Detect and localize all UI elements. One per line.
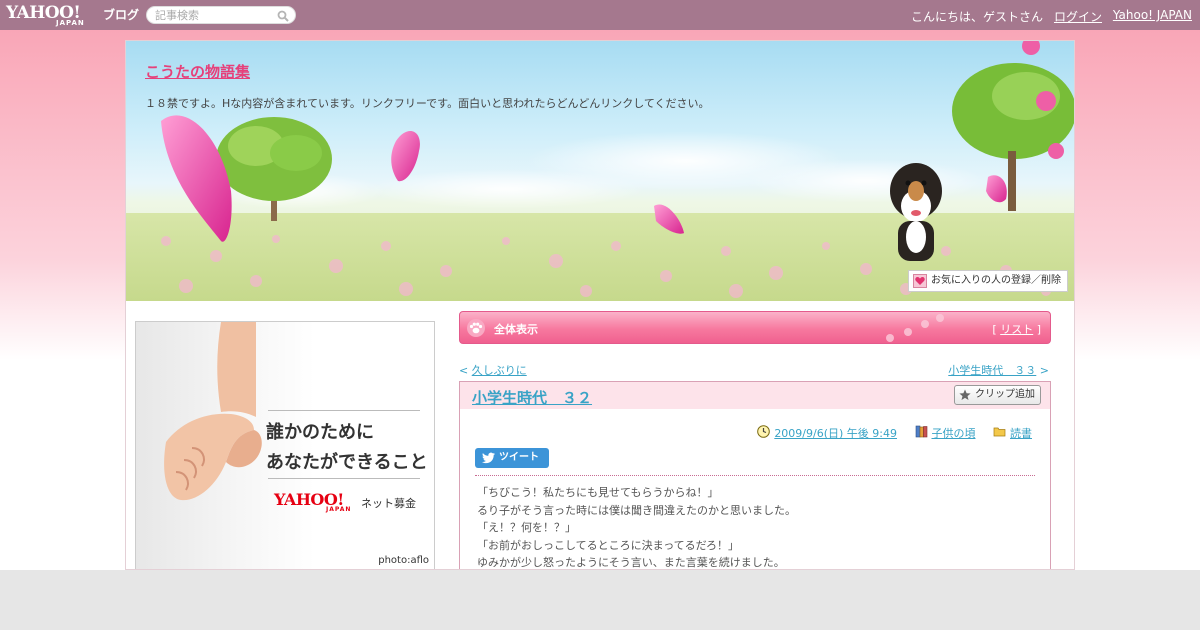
tweet-label: ツイート <box>499 452 539 463</box>
logo-blog-text: ブログ <box>103 8 140 22</box>
ad-headline-1: 誰かのために <box>266 422 374 443</box>
article-date-link[interactable]: 2009/9/6(日) 午後 9:49 <box>774 427 897 440</box>
paw-icon <box>467 319 485 337</box>
article-entry: 小学生時代 ３２ クリップ追加 2009/9/6(日) 午後 9:49 子供の頃… <box>459 381 1051 569</box>
blog-container: こうたの物語集 １８禁ですよ。Hな内容が含まれています。リンクフリーです。面白い… <box>125 40 1075 570</box>
meta-category: 子供の頃 <box>915 425 976 441</box>
next-article-link[interactable]: 小学生時代 ３３ <box>948 364 1036 377</box>
ad-photo-credit: photo:aflo <box>378 555 429 566</box>
list-link-wrapper: [ リスト ] <box>992 321 1041 337</box>
category-title: 全体表示 <box>494 323 538 336</box>
list-bracket-close: ] <box>1036 323 1041 336</box>
heart-icon <box>913 274 927 288</box>
star-icon <box>959 389 971 400</box>
clip-add-button[interactable]: クリップ追加 <box>954 385 1041 405</box>
tweet-button[interactable]: ツイート <box>475 448 549 468</box>
prev-arrow: < <box>459 364 469 377</box>
article-body-line: るり子がそう言った時には僕は聞き間違えたのかと思いました。 <box>477 503 796 517</box>
search-box <box>146 6 296 24</box>
next-arrow: > <box>1039 364 1049 377</box>
yahoo-japan-link[interactable]: Yahoo! JAPAN <box>1113 8 1192 22</box>
article-body-line: 「お前がおしっこしてるところに決まってるだろ！」 <box>477 538 740 552</box>
blog-title-link[interactable]: こうたの物語集 <box>145 61 250 82</box>
greeting-text: こんにちは、ゲストさん <box>910 10 1043 24</box>
book-icon <box>915 425 927 438</box>
handshake-illustration <box>164 322 262 501</box>
search-icon[interactable] <box>277 10 289 22</box>
article-body: 「ちびこう！私たちにも見せてもらうからね！」 るり子がそう言った時には僕は聞き間… <box>477 484 1037 569</box>
header-scenery-illustration <box>126 41 1074 301</box>
search-input[interactable] <box>155 8 273 22</box>
login-link[interactable]: ログイン <box>1054 8 1102 25</box>
article-body-line: 「え！？何を！？」 <box>477 521 576 534</box>
article-divider <box>475 475 1035 476</box>
favorite-register-label: お気に入りの人の登録／削除 <box>931 275 1061 286</box>
next-article-nav: 小学生時代 ３３ > <box>948 362 1049 378</box>
ad-service-name: ネット募金 <box>361 497 416 510</box>
paw-prints-decoration-icon <box>886 314 944 342</box>
blog-header-banner: こうたの物語集 １８禁ですよ。Hな内容が含まれています。リンクフリーです。面白い… <box>126 41 1074 301</box>
viewport-bottom-strip <box>0 570 1200 630</box>
logo-japan-text: JAPAN <box>56 19 85 27</box>
meta-genre: 読書 <box>993 425 1032 441</box>
top-bar: YAHOO! JAPAN ブログ こんにちは、ゲストさん ログイン Yahoo!… <box>0 0 1200 30</box>
prev-article-nav: < 久しぶりに <box>459 362 527 378</box>
article-body-line: 「ちびこう！私たちにも見せてもらうからね！」 <box>477 486 719 499</box>
charity-ad-banner[interactable]: 誰かのために あなたができること YAHOO! JAPAN ネット募金 phot… <box>135 321 435 569</box>
ad-rule-top <box>268 410 420 411</box>
favorite-register-button[interactable]: お気に入りの人の登録／削除 <box>908 270 1068 292</box>
article-header: 小学生時代 ３２ クリップ追加 <box>460 382 1050 409</box>
meta-date: 2009/9/6(日) 午後 9:49 <box>757 425 897 441</box>
category-header-bar: 全体表示 [ リスト ] <box>459 311 1051 344</box>
blog-description: １８禁ですよ。Hな内容が含まれています。リンクフリーです。面白いと思われたらどん… <box>145 97 710 110</box>
folder-icon <box>993 427 1006 437</box>
article-body-line: ゆみかが少し怒ったようにそう言い、また言葉を続けました。 <box>477 556 785 569</box>
article-title-link[interactable]: 小学生時代 ３２ <box>472 387 592 408</box>
ad-japan-text: JAPAN <box>326 506 352 513</box>
ad-rule-bottom <box>268 478 420 479</box>
clip-add-label: クリップ追加 <box>975 389 1035 400</box>
clock-icon <box>757 425 771 438</box>
list-view-link[interactable]: リスト <box>1000 323 1033 336</box>
prev-article-link[interactable]: 久しぶりに <box>472 364 527 377</box>
ad-headline-2: あなたができること <box>266 452 428 473</box>
article-category-link[interactable]: 子供の頃 <box>932 427 976 440</box>
article-genre-link[interactable]: 読書 <box>1010 427 1032 440</box>
twitter-bird-icon <box>482 452 495 464</box>
article-meta: 2009/9/6(日) 午後 9:49 子供の頃 読書 <box>743 425 1032 441</box>
list-bracket-open: [ <box>992 323 997 336</box>
